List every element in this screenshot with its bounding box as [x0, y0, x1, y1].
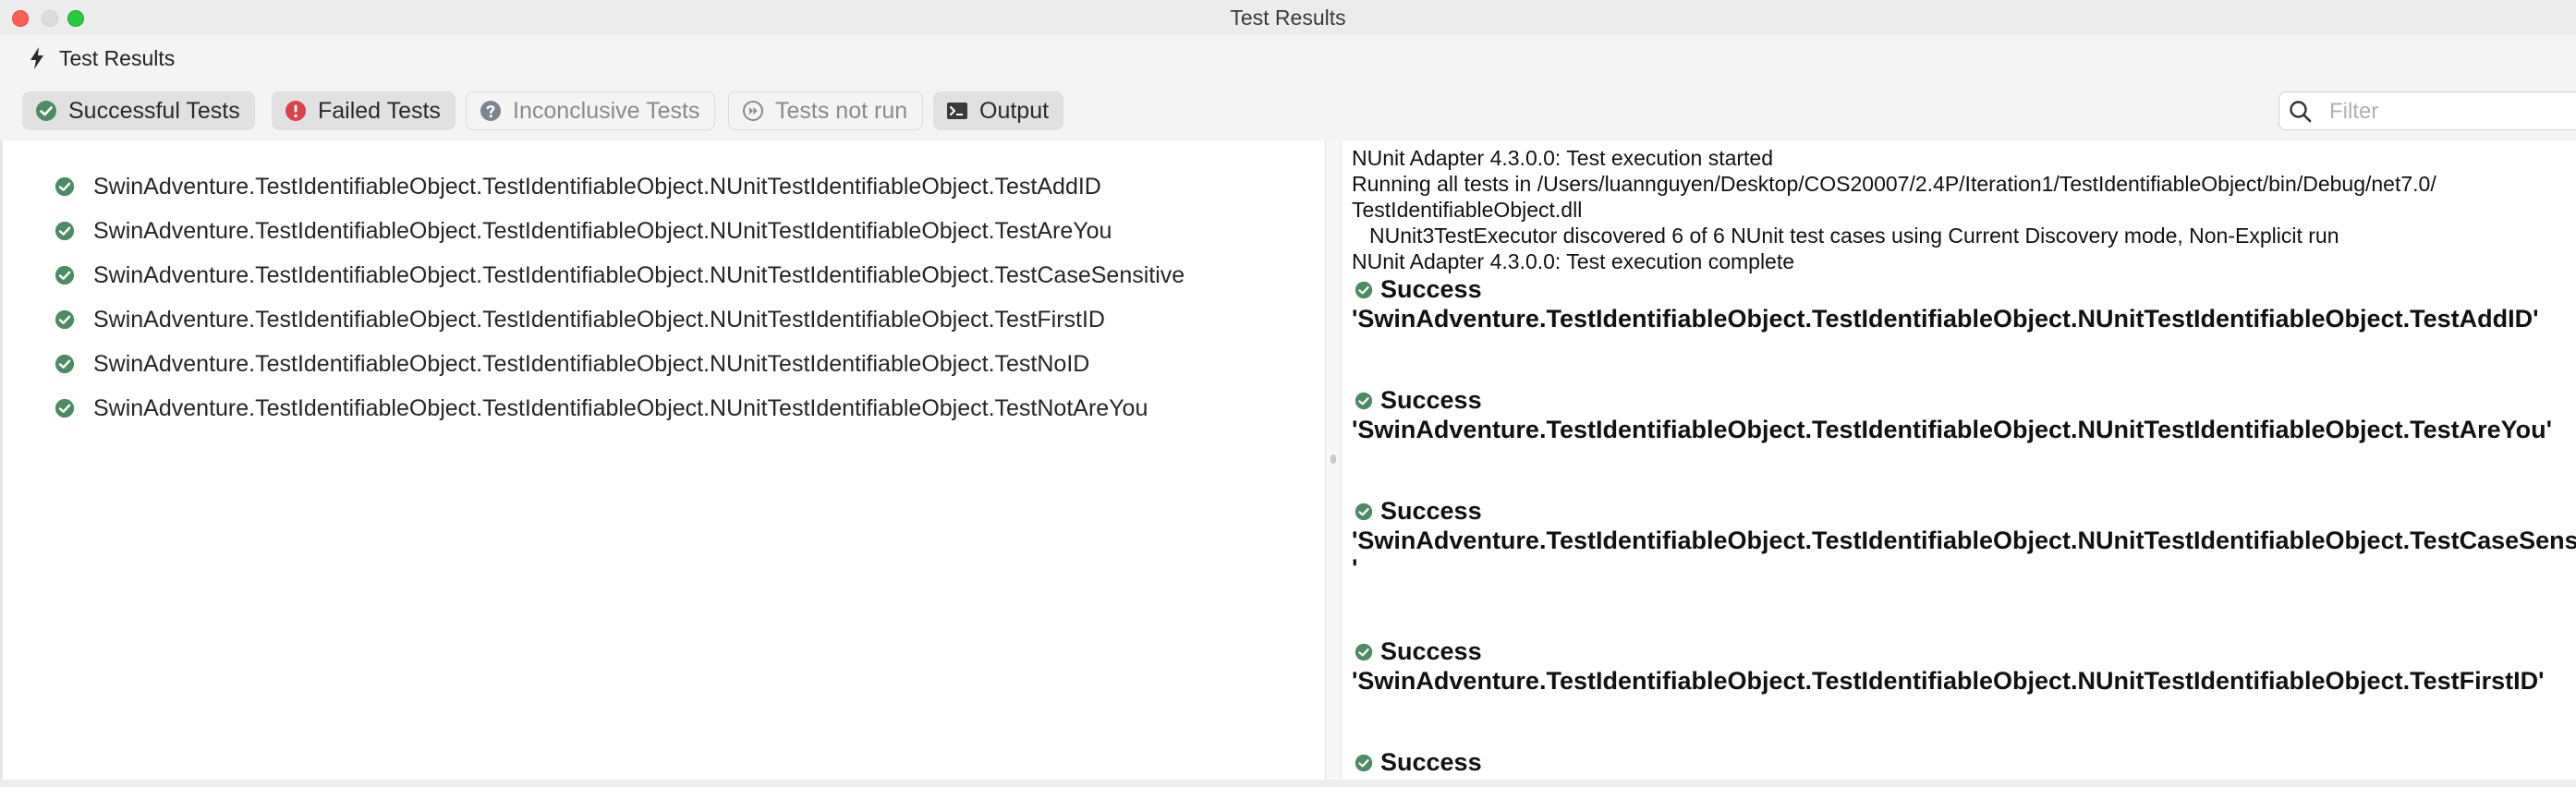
result-status-label: Success: [1380, 748, 1482, 776]
failed-tests-label: Failed Tests: [318, 97, 441, 124]
result-status: Success: [1355, 637, 1482, 666]
result-status-label: Success: [1380, 637, 1482, 665]
log-line: NUnit Adapter 4.3.0.0: Test execution st…: [1352, 146, 1774, 170]
test-row[interactable]: SwinAdventure.TestIdentifiableObject.Tes…: [55, 212, 1112, 249]
result-status: Success: [1355, 275, 1482, 304]
check-circle-icon: [1355, 392, 1373, 409]
result-test-name: 'SwinAdventure.TestIdentifiableObject.Te…: [1352, 305, 2539, 333]
log-line: Running all tests in /Users/luannguyen/D…: [1352, 172, 2436, 196]
tests-not-run-label: Tests not run: [775, 97, 908, 124]
test-name: SwinAdventure.TestIdentifiableObject.Tes…: [93, 350, 1090, 377]
result-status: Success: [1355, 386, 1482, 415]
check-circle-icon: [55, 354, 75, 374]
check-circle-icon: [1355, 502, 1373, 520]
failed-tests-toggle[interactable]: Failed Tests: [272, 91, 456, 130]
result-status-label: Success: [1380, 275, 1482, 303]
splitter-grip[interactable]: [1331, 454, 1336, 464]
result-status-label: Success: [1380, 386, 1482, 414]
check-circle-icon: [36, 101, 56, 121]
successful-tests-toggle[interactable]: Successful Tests: [22, 91, 255, 130]
check-circle-icon: [55, 309, 75, 330]
panel-title: Test Results: [59, 46, 176, 70]
check-circle-icon: [1355, 754, 1373, 771]
panel-header: Test Results: [0, 35, 2576, 83]
inconclusive-tests-toggle[interactable]: Inconclusive Tests: [466, 91, 716, 130]
test-row[interactable]: SwinAdventure.TestIdentifiableObject.Tes…: [55, 257, 1185, 294]
test-name: SwinAdventure.TestIdentifiableObject.Tes…: [93, 173, 1101, 200]
result-status: Success: [1355, 748, 1482, 777]
output-toggle[interactable]: Output: [933, 91, 1064, 130]
result-test-name-wrap: ': [1352, 554, 1358, 582]
filter-field[interactable]: [2278, 91, 2576, 130]
pane-splitter[interactable]: [1325, 140, 1342, 780]
bottom-edge: [0, 780, 2576, 787]
results-toolbar: Successful Tests Failed Tests Inconclusi…: [0, 83, 2576, 140]
log-line: NUnit3TestExecutor discovered 6 of 6 NUn…: [1369, 224, 2339, 248]
question-circle-icon: [480, 101, 501, 121]
test-row[interactable]: SwinAdventure.TestIdentifiableObject.Tes…: [55, 301, 1105, 338]
check-circle-icon: [1355, 281, 1373, 298]
result-test-name: 'SwinAdventure.TestIdentifiableObject.Te…: [1352, 667, 2545, 695]
log-line: TestIdentifiableObject.dll: [1352, 198, 1583, 222]
output-label: Output: [979, 97, 1050, 124]
lightning-bolt-icon: [30, 47, 43, 69]
test-row[interactable]: SwinAdventure.TestIdentifiableObject.Tes…: [55, 168, 1101, 205]
result-test-name: 'SwinAdventure.TestIdentifiableObject.Te…: [1352, 416, 2553, 443]
check-circle-icon: [55, 398, 75, 418]
check-circle-icon: [55, 265, 75, 285]
skip-circle-icon: [743, 101, 763, 121]
test-row[interactable]: SwinAdventure.TestIdentifiableObject.Tes…: [55, 390, 1148, 427]
window-titlebar: Test Results: [0, 0, 2576, 36]
tests-not-run-toggle[interactable]: Tests not run: [728, 91, 924, 130]
test-name: SwinAdventure.TestIdentifiableObject.Tes…: [93, 261, 1185, 288]
log-line: NUnit Adapter 4.3.0.0: Test execution co…: [1352, 249, 1795, 273]
test-name: SwinAdventure.TestIdentifiableObject.Tes…: [93, 394, 1148, 421]
error-circle-icon: [286, 101, 306, 121]
test-name: SwinAdventure.TestIdentifiableObject.Tes…: [93, 217, 1112, 244]
test-row[interactable]: SwinAdventure.TestIdentifiableObject.Tes…: [55, 345, 1089, 382]
check-circle-icon: [1355, 643, 1373, 660]
window-title: Test Results: [1230, 6, 1346, 30]
inconclusive-tests-label: Inconclusive Tests: [513, 97, 700, 124]
output-pane: NUnit Adapter 4.3.0.0: Test execution st…: [1342, 140, 2576, 780]
search-icon: [2290, 101, 2312, 123]
result-test-name: 'SwinAdventure.TestIdentifiableObject.Te…: [1352, 527, 2576, 554]
terminal-icon: [947, 103, 967, 119]
result-status-label: Success: [1380, 497, 1482, 525]
filter-input[interactable]: [2327, 98, 2571, 126]
check-circle-icon: [55, 221, 75, 241]
successful-tests-label: Successful Tests: [68, 97, 240, 124]
test-list: SwinAdventure.TestIdentifiableObject.Tes…: [0, 140, 1325, 780]
test-name: SwinAdventure.TestIdentifiableObject.Tes…: [93, 306, 1105, 333]
result-status: Success: [1355, 497, 1482, 526]
check-circle-icon: [55, 176, 75, 197]
